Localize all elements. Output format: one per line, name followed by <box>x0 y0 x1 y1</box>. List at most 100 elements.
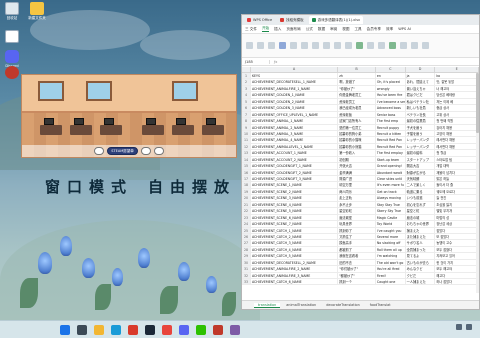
table-cell[interactable]: ACHIEVEMENT_GOLDENGIFT_1_NAME <box>251 163 339 169</box>
table-cell[interactable]: ACHIEVEMENT_SCENE_7_NAME <box>251 221 339 227</box>
table-cell[interactable]: Recruit Red Pan <box>376 143 406 150</box>
fx-icon[interactable]: ƒx <box>270 60 277 64</box>
table-cell[interactable]: 一人捕まえた <box>406 279 436 285</box>
table-cell[interactable]: 招募你的狗小弟 <box>338 130 376 137</box>
table-cell[interactable]: 초심을 잃지 <box>435 201 479 208</box>
table-cell[interactable]: 농땡이 고수 <box>435 240 479 246</box>
row-number[interactable]: 12 <box>242 143 251 150</box>
table-cell[interactable]: ACHIEVEMENT_ACCOUNT_2_NAME <box>251 156 339 163</box>
row-number[interactable]: 9 <box>242 124 251 130</box>
table-cell[interactable]: I've caught you <box>376 227 406 233</box>
row-number[interactable]: 13 <box>242 150 251 156</box>
table-cell[interactable]: Always moving <box>376 195 406 201</box>
table-cell[interactable]: 这家门店所有人 <box>338 118 376 124</box>
table-cell[interactable]: Start-up team <box>376 156 406 163</box>
table-cell[interactable]: スタートアップ <box>406 156 436 163</box>
table-cell[interactable]: Get on track <box>376 188 406 195</box>
sheet-tab-food-translation[interactable]: foodTranslat <box>366 303 395 307</box>
app-icon[interactable] <box>1 30 23 44</box>
table-cell[interactable]: いつも前進 <box>406 195 436 201</box>
menu-review[interactable]: 审阅 <box>330 27 337 32</box>
sort-icon[interactable] <box>411 42 418 49</box>
table-cell[interactable]: Starry Sky True <box>376 208 406 214</box>
row-number[interactable]: 6 <box>242 105 251 111</box>
table-cell[interactable]: 잡았다 <box>435 227 479 233</box>
menu-insert[interactable]: 插入 <box>274 27 281 32</box>
table-cell[interactable]: 都被抓了 <box>338 246 376 253</box>
table-cell[interactable]: あれ、間違えて <box>406 79 436 85</box>
row-number[interactable]: 5 <box>242 98 251 105</box>
table-cell[interactable]: クビだ <box>406 272 436 278</box>
table-cell[interactable]: 강아지 채용 <box>435 124 479 130</box>
file-explorer-icon[interactable] <box>94 325 104 335</box>
table-cell[interactable]: ACHIEVEMENT_SCENE_5_NAME <box>251 208 339 214</box>
game-taskbar-icon[interactable] <box>213 325 223 335</box>
table-cell[interactable]: ACHIEVEMENT_CATCH_6_NAME <box>251 279 339 285</box>
wrap-text-icon[interactable] <box>345 42 352 49</box>
table-cell[interactable]: ACHIEVEMENT_ANIMALFIRE_1_NAME <box>251 85 339 92</box>
table-cell[interactable]: みんなクビ <box>406 266 436 272</box>
row-number[interactable]: 4 <box>242 92 251 98</box>
table-cell[interactable]: ko <box>435 73 479 79</box>
row-number[interactable]: 33 <box>242 279 251 285</box>
cell-reference-box[interactable]: J185 <box>242 59 270 64</box>
table-cell[interactable]: ACHIEVEMENT_ANIMALFIRE_2_NAME <box>251 266 339 272</box>
table-cell[interactable]: ACHIEVEMENT_DECORATESELL_1_NAME <box>251 79 339 85</box>
sheet-tab-decorate-translation[interactable]: decorateTranslation <box>322 303 364 307</box>
row-number[interactable]: 3 <box>242 85 251 92</box>
discord-taskbar-icon[interactable] <box>179 325 189 335</box>
table-cell[interactable]: No slacking off <box>376 240 406 246</box>
table-cell[interactable]: 抓到一个 <box>338 279 376 285</box>
table-cell[interactable]: ACHIEVEMENT_ANIMALLEVEL_1_NAME <box>251 143 339 150</box>
table-cell[interactable]: 初创期 <box>338 156 376 163</box>
vertical-scrollbar[interactable] <box>476 73 479 293</box>
row-number[interactable]: 20 <box>242 195 251 201</box>
filter-icon[interactable] <box>422 42 429 49</box>
table-cell[interactable]: 스타트업 팀 <box>435 156 479 163</box>
table-cell[interactable]: Clear skies until <box>376 176 406 182</box>
table-cell[interactable]: You're all fired <box>376 266 406 272</box>
table-cell[interactable]: 레서판다 채용 <box>435 137 479 143</box>
table-cell[interactable]: 고위 상사 <box>435 111 479 118</box>
table-cell[interactable]: 玩具世界 <box>338 221 376 227</box>
table-cell[interactable]: ACHIEVEMENT_DECORATESELL_2_NAME <box>251 259 339 266</box>
menu-wps-ai[interactable]: WPS AI <box>398 27 411 31</box>
table-cell[interactable]: 全員捕まった <box>406 246 436 253</box>
table-cell[interactable]: 첫 월급 <box>435 150 479 156</box>
table-cell[interactable]: 開店大吉 <box>406 163 436 169</box>
table-cell[interactable]: 모두 해고야 <box>435 266 479 272</box>
table-cell[interactable]: 재물이 넘치다 <box>435 169 479 175</box>
table-cell[interactable]: ACHIEVEMENT_GOLDEN_3_NAME <box>251 105 339 111</box>
table-cell[interactable]: サボり名人 <box>406 240 436 246</box>
game-settings-button[interactable] <box>153 147 164 155</box>
row-number[interactable]: 31 <box>242 266 251 272</box>
table-cell[interactable]: 财源广进 <box>338 176 376 182</box>
table-cell[interactable]: It's even more fu <box>376 182 406 188</box>
italic-icon[interactable] <box>301 42 308 49</box>
table-cell[interactable]: ACHIEVEMENT_ANIMALFIRE_3_NAME <box>251 272 339 278</box>
table-cell[interactable]: wrongly <box>376 85 406 92</box>
table-cell[interactable]: 资深老板 <box>338 111 376 118</box>
align-center-icon[interactable] <box>334 42 341 49</box>
table-cell[interactable]: 私はベテラン社 <box>406 98 436 105</box>
table-cell[interactable]: 앗, 잘못 놓았 <box>435 79 479 85</box>
table-cell[interactable]: ACHIEVEMENT_ANIMAL_4_NAME <box>251 137 339 143</box>
table-cell[interactable]: ACHIEVEMENT_ACCOUNT_1_NAME <box>251 150 339 156</box>
table-cell[interactable]: 资深老员工 <box>338 98 376 105</box>
table-cell[interactable]: Fired! <box>376 272 406 278</box>
game-window[interactable]: STEAM愿望单 <box>21 74 237 158</box>
row-number[interactable]: 10 <box>242 130 251 137</box>
table-cell[interactable]: 你是金牌老员工 <box>338 92 376 98</box>
table-cell[interactable]: 헌 것이 가지 <box>435 259 479 266</box>
table-cell[interactable]: 見てるよ <box>406 253 436 259</box>
menu-page-layout[interactable]: 页面布局 <box>286 27 300 32</box>
table-cell[interactable]: また捕まえた <box>406 233 436 240</box>
table-cell[interactable]: ACHIEVEMENT_CATCH_4_NAME <box>251 246 339 253</box>
table-cell[interactable]: 啊，放错了 <box>338 79 376 85</box>
table-cell[interactable]: 財源が広がる <box>406 169 436 175</box>
table-cell[interactable]: ACHIEVEMENT_CATCH_1_NAME <box>251 227 339 233</box>
table-cell[interactable]: 招募你的小熊猫 <box>338 143 376 150</box>
table-cell[interactable]: Advanced boss <box>376 105 406 111</box>
table-cell[interactable]: KEYS <box>251 73 339 79</box>
table-cell[interactable]: ACHIEVEMENT_SCENE_1_NAME <box>251 182 339 188</box>
